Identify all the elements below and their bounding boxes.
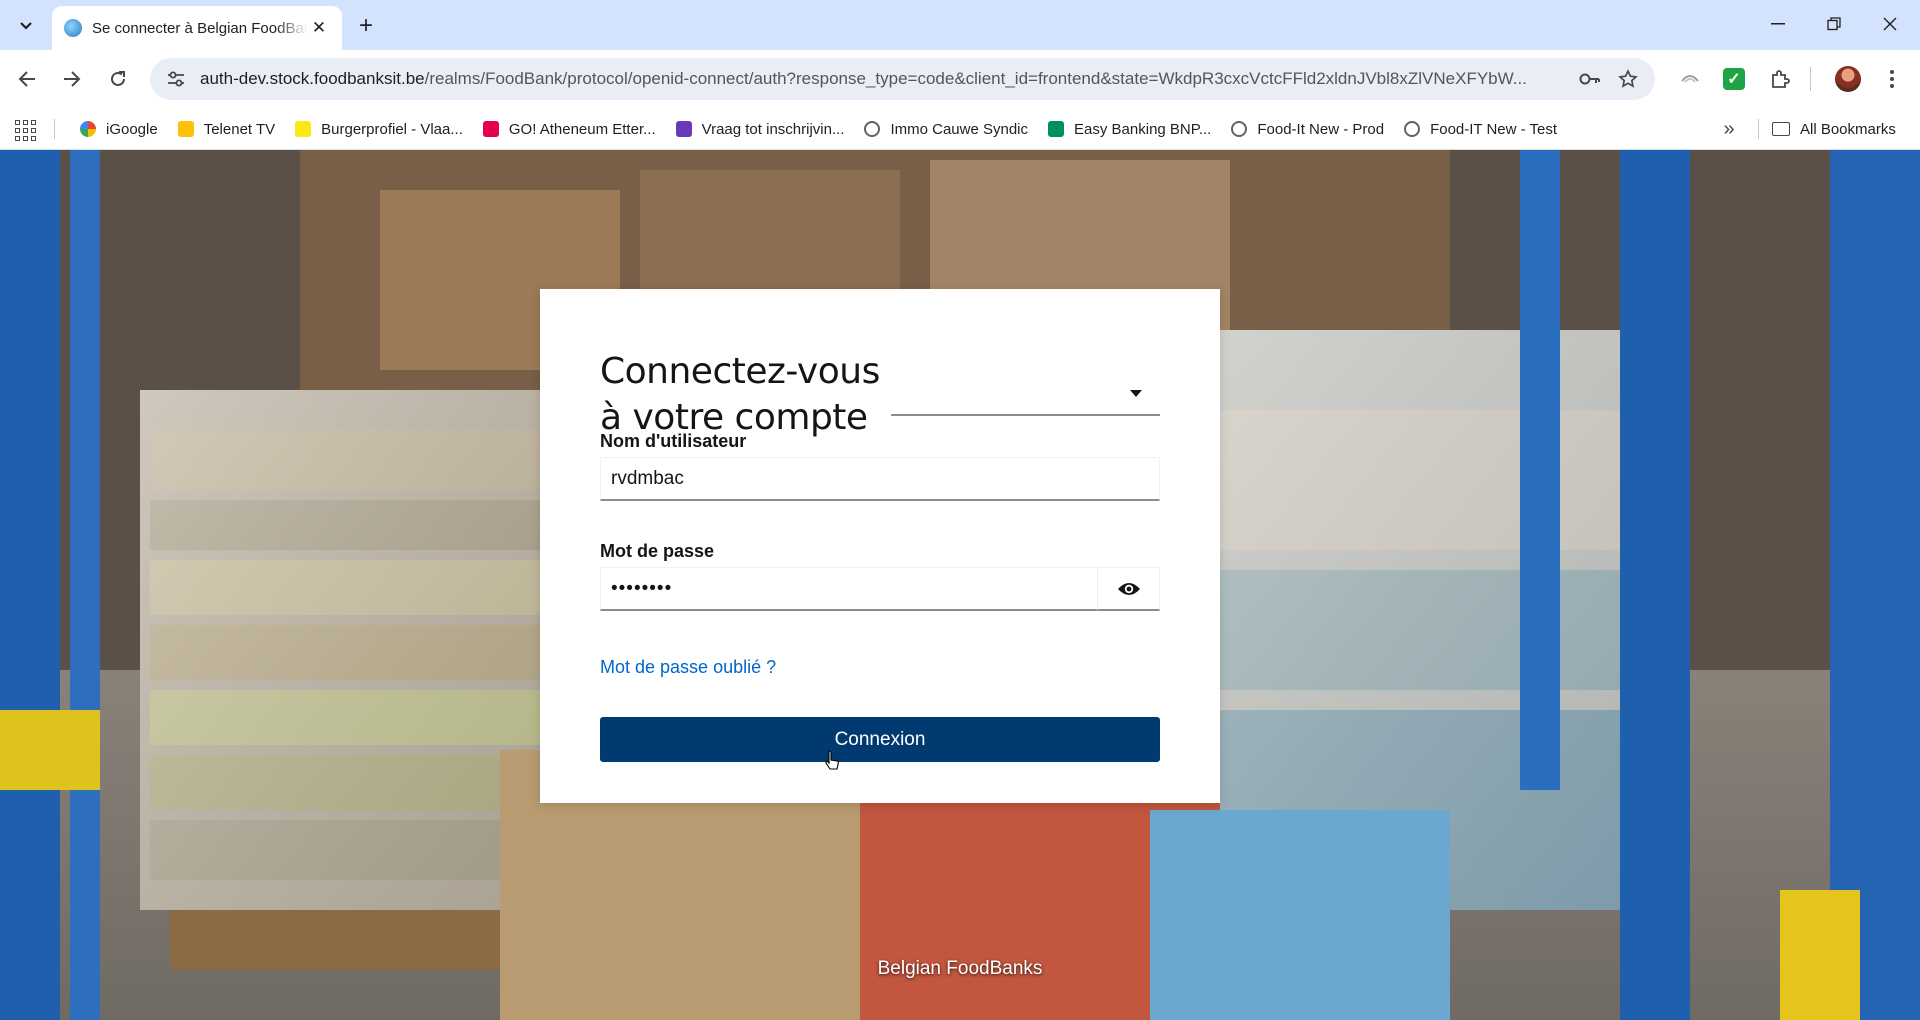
bookmark-item[interactable]: Immo Cauwe Syndic bbox=[856, 114, 1036, 144]
bookmark-bnp-icon bbox=[1048, 121, 1065, 137]
bookmarks-bar: iGoogle Telenet TV Burgerprofiel - Vlaa...… bbox=[0, 108, 1920, 150]
close-window-icon[interactable] bbox=[1870, 8, 1910, 40]
browser-menu-kebab-icon[interactable] bbox=[1876, 63, 1908, 95]
login-heading: Connectez-vous à votre compte bbox=[600, 351, 880, 438]
bookmark-item[interactable]: Food-IT New - Test bbox=[1396, 114, 1565, 144]
bookmark-item[interactable]: GO! Atheneum Etter... bbox=[475, 114, 664, 144]
bookmark-label: Burgerprofiel - Vlaa... bbox=[321, 120, 463, 138]
bookmark-label: Immo Cauwe Syndic bbox=[890, 120, 1029, 138]
bookmark-star-icon[interactable] bbox=[1609, 60, 1647, 98]
bookmark-list: iGoogle Telenet TV Burgerprofiel - Vlaa...… bbox=[72, 108, 1569, 150]
apps-grid-icon[interactable] bbox=[12, 117, 36, 141]
bookmark-item[interactable]: Food-It New - Prod bbox=[1223, 114, 1392, 144]
bookmark-item[interactable]: Telenet TV bbox=[170, 114, 283, 144]
password-label: Mot de passe bbox=[600, 541, 715, 561]
bookmark-item[interactable]: Vraag tot inschrijvin... bbox=[668, 114, 853, 144]
extension-check-icon[interactable]: ✓ bbox=[1718, 63, 1750, 95]
caret-down-icon bbox=[1130, 389, 1142, 397]
forward-arrow-icon[interactable] bbox=[57, 64, 87, 94]
username-input[interactable] bbox=[601, 458, 1159, 499]
bookmark-label: GO! Atheneum Etter... bbox=[508, 120, 656, 138]
restore-window-icon[interactable] bbox=[1814, 8, 1854, 40]
minimize-window-icon[interactable] bbox=[1758, 8, 1798, 40]
username-label: Nom d'utilisateur bbox=[600, 431, 747, 451]
bookmark-item[interactable]: iGoogle bbox=[72, 114, 166, 144]
bookmarks-divider bbox=[1758, 119, 1759, 139]
bookmark-vlaanderen-icon bbox=[295, 121, 312, 137]
address-bar[interactable]: auth-dev.stock.foodbanksit.be/realms/Foo… bbox=[150, 58, 1655, 100]
bookmark-globe-icon bbox=[864, 121, 881, 137]
login-submit-button[interactable]: Connexion bbox=[600, 717, 1160, 762]
bookmark-label: Food-It New - Prod bbox=[1257, 120, 1385, 138]
toolbar-divider bbox=[1810, 67, 1811, 91]
extensions-puzzle-icon[interactable] bbox=[1764, 63, 1796, 95]
login-card: Connectez-vous à votre compte Nom d'util… bbox=[540, 289, 1220, 803]
login-page: Connectez-vous à votre compte Nom d'util… bbox=[0, 150, 1920, 1020]
url-path: /realms/FoodBank/protocol/openid-connect… bbox=[424, 69, 1527, 88]
password-field-wrapper bbox=[600, 567, 1160, 611]
all-bookmarks-label: All Bookmarks bbox=[1800, 120, 1896, 138]
bookmark-go-icon bbox=[482, 121, 499, 137]
bookmark-item[interactable]: Easy Banking BNP... bbox=[1040, 114, 1219, 144]
bookmark-globe-icon bbox=[1404, 121, 1421, 137]
back-arrow-icon[interactable] bbox=[12, 64, 42, 94]
language-select[interactable] bbox=[891, 372, 1160, 416]
username-field-wrapper bbox=[600, 457, 1160, 501]
tab-title: Se connecter à Belgian FoodBanks bbox=[92, 19, 308, 37]
bookmark-globe-icon bbox=[1231, 121, 1248, 137]
extension-shield-icon[interactable] bbox=[1674, 63, 1706, 95]
url-text[interactable]: auth-dev.stock.foodbanksit.be/realms/Foo… bbox=[200, 69, 1571, 89]
reload-icon[interactable] bbox=[103, 64, 133, 94]
password-key-icon[interactable] bbox=[1571, 60, 1609, 98]
bookmark-label: Food-IT New - Test bbox=[1430, 120, 1558, 138]
browser-toolbar: auth-dev.stock.foodbanksit.be/realms/Foo… bbox=[0, 50, 1920, 108]
bookmark-google-icon bbox=[80, 121, 96, 137]
url-host: auth-dev.stock.foodbanksit.be bbox=[200, 69, 425, 88]
tab-close-icon[interactable]: ✕ bbox=[308, 17, 330, 39]
forgot-password-link[interactable]: Mot de passe oublié ? bbox=[600, 657, 776, 678]
bookmark-telenet-icon bbox=[177, 121, 194, 137]
bookmark-item[interactable]: Burgerprofiel - Vlaa... bbox=[287, 114, 471, 144]
footer-brand: Belgian FoodBanks bbox=[877, 958, 1043, 979]
browser-tab-strip: Se connecter à Belgian FoodBanks ✕ + bbox=[0, 0, 1920, 50]
more-bookmarks-chevron-icon[interactable]: » bbox=[1714, 114, 1744, 144]
bookmark-label: Easy Banking BNP... bbox=[1074, 120, 1212, 138]
show-password-eye-icon[interactable] bbox=[1097, 567, 1159, 610]
profile-avatar[interactable] bbox=[1832, 63, 1864, 95]
site-info-tune-icon[interactable] bbox=[156, 59, 196, 99]
bookmark-label: Telenet TV bbox=[203, 120, 276, 138]
tab-search-chevron-icon[interactable] bbox=[12, 12, 40, 40]
active-tab[interactable]: Se connecter à Belgian FoodBanks ✕ bbox=[52, 6, 342, 50]
site-favicon-icon bbox=[64, 19, 82, 37]
bookmarks-divider bbox=[54, 119, 55, 139]
password-input[interactable] bbox=[601, 568, 1097, 609]
bookmark-label: iGoogle bbox=[106, 120, 158, 138]
folder-icon bbox=[1772, 122, 1790, 136]
bookmark-form-icon bbox=[675, 121, 692, 137]
all-bookmarks-button[interactable]: All Bookmarks bbox=[1772, 114, 1896, 144]
new-tab-plus-icon[interactable]: + bbox=[352, 12, 380, 40]
bookmark-label: Vraag tot inschrijvin... bbox=[701, 120, 845, 138]
mouse-pointer-icon bbox=[825, 750, 839, 770]
